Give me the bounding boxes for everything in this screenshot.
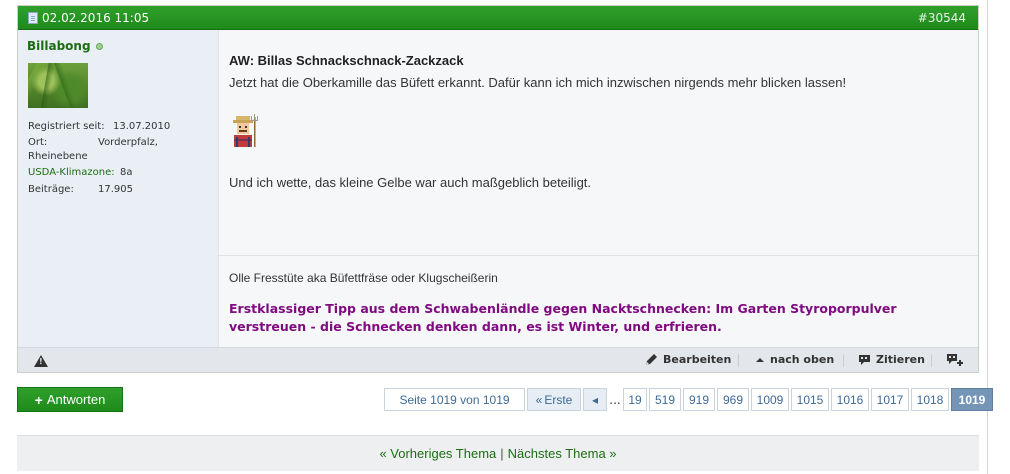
post-count-value: 17.905 bbox=[98, 184, 133, 195]
quote-label: Zitieren bbox=[876, 353, 925, 366]
location-row: Ort: Vorderpfalz, bbox=[28, 137, 158, 148]
registered-value: 13.07.2010 bbox=[113, 121, 171, 132]
post-text-line-2: Und ich wette, das kleine Gelbe war auch… bbox=[229, 175, 592, 190]
caret-up-icon bbox=[756, 357, 764, 362]
back-to-top-label: nach oben bbox=[770, 353, 835, 366]
avatar[interactable] bbox=[28, 63, 88, 108]
action-separator bbox=[843, 354, 844, 367]
page-link[interactable]: 919 bbox=[683, 388, 715, 411]
post-date: 02.02.2016 11:05 bbox=[28, 11, 149, 25]
quote-button[interactable]: Zitieren bbox=[858, 353, 925, 366]
caret-left-icon: ◂ bbox=[591, 392, 599, 407]
post-count-label: Beiträge: bbox=[28, 184, 74, 195]
registered-row: Registriert seit: 13.07.2010 bbox=[28, 121, 170, 132]
location-value: Vorderpfalz, bbox=[98, 137, 158, 148]
post-footer: Bearbeiten nach oben Zitieren bbox=[18, 347, 978, 372]
online-status-icon bbox=[95, 42, 103, 50]
climate-zone-label[interactable]: USDA-Klimazone: bbox=[28, 167, 115, 178]
page-link[interactable]: 1018 bbox=[911, 388, 949, 411]
post-date-text: 02.02.2016 11:05 bbox=[42, 11, 150, 25]
signature-line-1: Olle Fresstüte aka Büfettfräse oder Klug… bbox=[229, 271, 498, 285]
first-page-button[interactable]: « Erste bbox=[527, 388, 581, 411]
signature-divider bbox=[219, 255, 978, 256]
message-panel: AW: Billas Schnackschnack-Zackzack Jetzt… bbox=[219, 30, 978, 347]
thread-nav-separator: | bbox=[500, 446, 504, 461]
page-link[interactable]: 1015 bbox=[791, 388, 829, 411]
reply-button[interactable]: + Antworten bbox=[17, 387, 123, 412]
post-text-line-1: Jetzt hat die Oberkamille das Büfett erk… bbox=[229, 75, 847, 90]
pencil-icon bbox=[646, 354, 657, 365]
farmer-smiley-icon bbox=[233, 114, 258, 147]
multi-quote-button[interactable] bbox=[946, 353, 964, 367]
page-info: Seite 1019 von 1019 bbox=[384, 388, 525, 411]
user-info-panel: Billabong Registriert seit: 13.07.2010 O… bbox=[18, 30, 219, 347]
forum-post: 02.02.2016 11:05 #30544 Billabong Regist… bbox=[17, 5, 979, 373]
report-warning-icon[interactable] bbox=[34, 355, 48, 367]
post-title: AW: Billas Schnackschnack-Zackzack bbox=[229, 53, 464, 68]
page-link[interactable]: 969 bbox=[717, 388, 749, 411]
plus-icon: + bbox=[34, 391, 43, 408]
next-thread-link[interactable]: Nächstes Thema » bbox=[508, 446, 617, 461]
quote-bubble-icon bbox=[859, 354, 870, 365]
previous-thread-link[interactable]: « Vorheriges Thema bbox=[379, 446, 496, 461]
double-chevron-left-icon: « bbox=[535, 392, 543, 407]
climate-zone-row: USDA-Klimazone: 8a bbox=[28, 167, 133, 178]
edit-button[interactable]: Bearbeiten bbox=[645, 353, 731, 366]
post-count-row: Beiträge: 17.905 bbox=[28, 184, 133, 195]
username[interactable]: Billabong bbox=[27, 39, 103, 53]
document-icon bbox=[28, 12, 38, 24]
thread-navigation: « Vorheriges Thema | Nächstes Thema » bbox=[17, 435, 979, 471]
page-link[interactable]: 19 bbox=[623, 388, 647, 411]
current-page: 1019 bbox=[951, 388, 993, 411]
signature-line-2: Erstklassiger Tipp aus dem Schwabenländl… bbox=[229, 301, 897, 334]
back-to-top-button[interactable]: nach oben bbox=[755, 353, 834, 366]
reply-label: Antworten bbox=[46, 392, 106, 407]
page-link[interactable]: 1016 bbox=[831, 388, 869, 411]
climate-zone-value: 8a bbox=[120, 167, 133, 178]
post-header: 02.02.2016 11:05 #30544 bbox=[18, 6, 978, 30]
page-link[interactable]: 519 bbox=[649, 388, 681, 411]
previous-page-button[interactable]: ◂ bbox=[583, 388, 607, 411]
page-link[interactable]: 1009 bbox=[751, 388, 789, 411]
page-link[interactable]: 1017 bbox=[871, 388, 909, 411]
action-separator bbox=[738, 354, 739, 367]
pagination-ellipsis: ... bbox=[609, 392, 621, 407]
location-label: Ort: bbox=[28, 137, 48, 148]
action-separator bbox=[931, 354, 932, 367]
edit-label: Bearbeiten bbox=[663, 353, 732, 366]
registered-label: Registriert seit: bbox=[28, 121, 105, 132]
multi-quote-icon bbox=[947, 354, 963, 366]
post-number-link[interactable]: #30544 bbox=[918, 11, 966, 25]
pagination: Seite 1019 von 1019 « Erste ◂ ... 19 519… bbox=[384, 388, 995, 411]
username-link[interactable]: Billabong bbox=[27, 39, 91, 53]
location-value-continued: Rheinebene bbox=[28, 151, 88, 162]
location-row-2: Rheinebene bbox=[28, 151, 88, 162]
first-page-label: Erste bbox=[544, 392, 573, 407]
